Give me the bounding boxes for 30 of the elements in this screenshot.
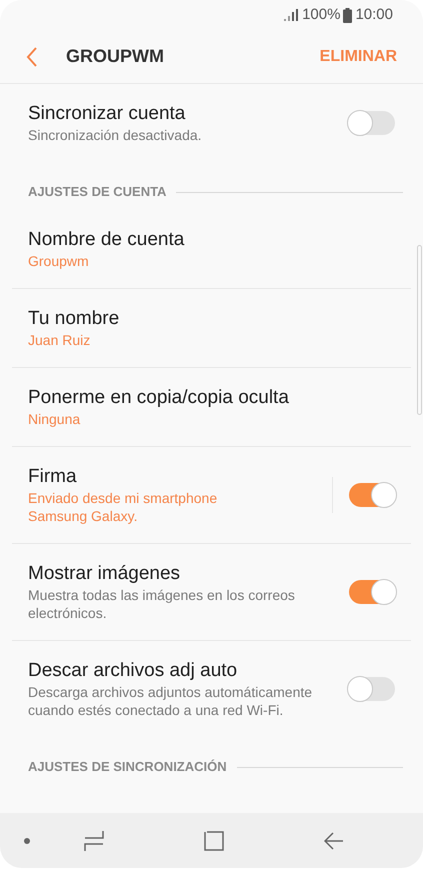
section-header: AJUSTES DE SINCRONIZACIÓN	[28, 758, 227, 776]
setting-title: Mostrar imágenes	[28, 562, 182, 586]
toggle-switch[interactable]	[349, 580, 395, 604]
setting-summary: Descarga archivos adjuntos automáticamente cuando estés conectado a una red Wi-Fi.	[28, 683, 314, 719]
battery-icon	[343, 8, 352, 22]
home-icon[interactable]	[204, 830, 224, 850]
setting-title: Descar archivos adj auto	[28, 659, 238, 683]
toggle-switch[interactable]	[349, 677, 395, 701]
section-header: AJUSTES DE CUENTA	[28, 183, 166, 202]
setting-summary: Juan Ruiz	[28, 331, 92, 349]
setting-summary: Groupwm	[28, 252, 90, 270]
delete-action[interactable]: ELIMINAR	[320, 44, 397, 68]
setting-summary: Sincronización desactivada.	[28, 126, 203, 144]
setting-title: Sincronizar cuenta	[28, 102, 186, 126]
toggle-switch[interactable]	[349, 483, 395, 507]
clock-time: 10:00	[355, 4, 393, 25]
screen-title: GROUPWM	[66, 45, 165, 68]
back-icon[interactable]	[26, 46, 38, 66]
setting-title: Firma	[28, 465, 78, 489]
toggle-switch[interactable]	[349, 111, 395, 135]
recent-apps-icon[interactable]	[84, 830, 104, 852]
battery-percent: 100%	[302, 4, 340, 25]
setting-summary: Ninguna	[28, 410, 82, 428]
setting-summary: Muestra todas las imágenes en los correos electrónicos.	[28, 586, 296, 622]
signal-icon	[284, 9, 300, 21]
setting-title: Nombre de cuenta	[28, 228, 186, 252]
back-nav-icon[interactable]	[324, 830, 344, 850]
setting-title: Tu nombre	[28, 307, 120, 331]
setting-summary: Enviado desde mi smartphone Samsung Galaxy.	[28, 489, 218, 525]
setting-title: Ponerme en copia/copia oculta	[28, 386, 290, 410]
